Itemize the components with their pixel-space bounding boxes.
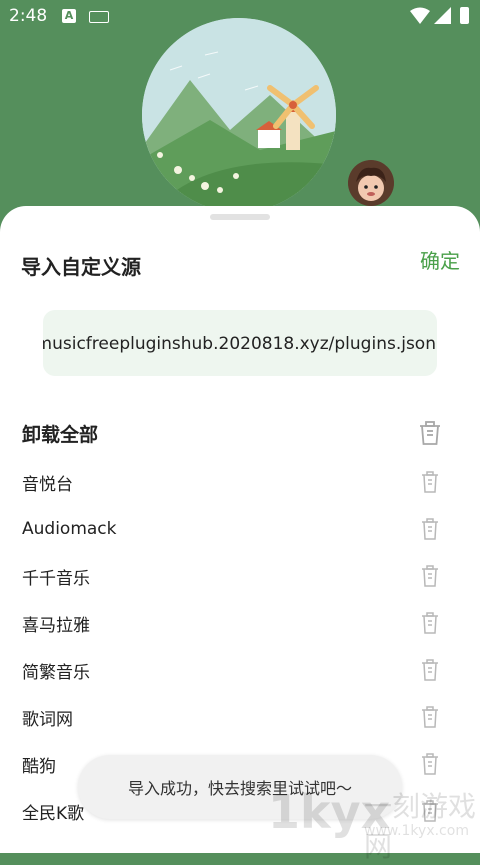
plugin-row[interactable]: 千千音乐	[22, 561, 462, 591]
status-time: 2:48	[9, 6, 48, 26]
plugin-name: Audiomack	[22, 519, 117, 539]
trash-icon[interactable]	[418, 563, 442, 589]
sheet-title: 导入自定义源	[21, 255, 141, 279]
trash-icon[interactable]	[418, 657, 442, 683]
plugin-row[interactable]: Audiomack	[22, 514, 462, 544]
plugin-name: 音悦台	[22, 474, 73, 495]
keyboard-icon	[89, 11, 109, 23]
plugin-row[interactable]: 喜马拉雅	[22, 608, 462, 638]
trash-icon[interactable]	[418, 798, 442, 824]
plugin-name: 喜马拉雅	[22, 615, 90, 636]
plugin-row[interactable]: 音悦台	[22, 467, 462, 497]
hero-background	[0, 0, 480, 230]
signal-icon	[434, 7, 451, 24]
url-input-value: musicfreepluginshub.2020818.xyz/plugins.…	[43, 334, 436, 354]
plugin-name: 酷狗	[22, 756, 56, 777]
plugin-row[interactable]: 歌词网	[22, 702, 462, 732]
url-input[interactable]: musicfreepluginshub.2020818.xyz/plugins.…	[43, 310, 437, 376]
user-avatar[interactable]	[348, 160, 394, 206]
trash-icon[interactable]	[418, 516, 442, 542]
drag-handle[interactable]	[210, 214, 270, 220]
plugin-name: 歌词网	[22, 709, 73, 730]
uninstall-all-label: 卸载全部	[22, 423, 99, 446]
wifi-icon	[410, 7, 430, 24]
trash-icon[interactable]	[418, 751, 442, 777]
plugin-row[interactable]: 简繁音乐	[22, 655, 462, 685]
trash-icon[interactable]	[418, 420, 442, 446]
status-a-icon: A	[62, 9, 76, 23]
trash-icon[interactable]	[418, 610, 442, 636]
confirm-button[interactable]: 确定	[420, 245, 460, 274]
trash-icon[interactable]	[418, 469, 442, 495]
plugin-name: 简繁音乐	[22, 662, 90, 683]
status-bar: 2:48 A	[0, 0, 480, 34]
plugin-name: 千千音乐	[22, 568, 90, 589]
toast-message: 导入成功，快去搜索里试试吧～	[78, 755, 402, 819]
plugin-name: 全民K歌	[22, 803, 85, 824]
battery-icon	[460, 7, 469, 24]
trash-icon[interactable]	[418, 704, 442, 730]
uninstall-all-row[interactable]: 卸载全部	[22, 418, 462, 448]
